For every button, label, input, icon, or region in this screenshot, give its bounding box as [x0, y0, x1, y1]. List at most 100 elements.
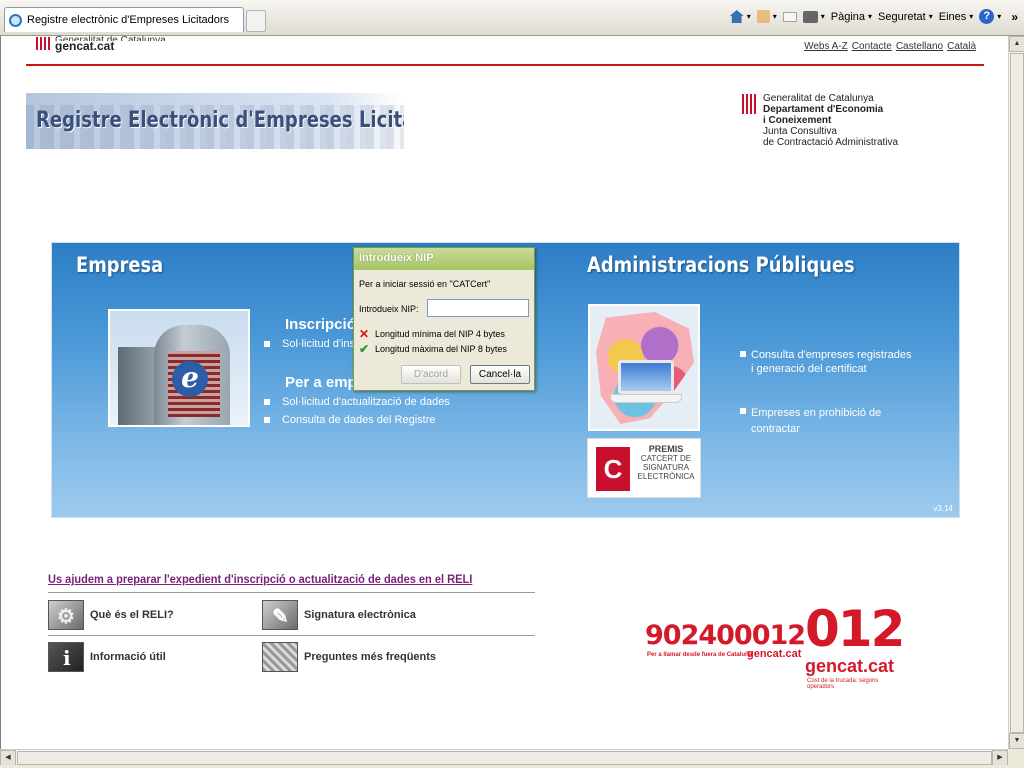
link-castellano[interactable]: Castellano	[896, 41, 943, 52]
rule-max: ✔ Longitud màxima del NIP 8 bytes	[359, 342, 507, 356]
dept-line4: Junta Consultiva	[763, 126, 837, 137]
premis-catcert-badge[interactable]: C PREMIS CATCERT DE SIGNATURA ELECTRÒNIC…	[587, 438, 701, 498]
dept-line3: i Coneixement	[763, 115, 832, 126]
per-empresa-heading: Per a emp	[285, 374, 357, 391]
inscripcio-link-label: Sol·licitud d'ins	[282, 338, 356, 350]
que-es-reli-link[interactable]: Què és el RELI?	[48, 600, 174, 630]
senyera-icon	[742, 94, 758, 114]
catcert-c-icon: C	[596, 447, 630, 491]
bullet-icon	[264, 417, 270, 423]
informacio-util-label: Informació útil	[90, 651, 166, 663]
link-webs-az[interactable]: Webs A-Z	[804, 41, 848, 52]
ie-page-icon	[9, 13, 22, 27]
nip-label: Introdueix NIP:	[359, 304, 419, 314]
nip-input[interactable]	[427, 299, 529, 317]
new-tab-button[interactable]	[246, 10, 266, 32]
command-bar: ▾ ▾ ▾ Pàgina ▾ Seguretat ▾ Eines ▾ ? ▾ »	[729, 9, 1018, 24]
gencat-small: gencat.cat	[747, 648, 802, 660]
printer-icon	[802, 10, 818, 23]
browser-tab[interactable]: Registre electrònic d'Empreses Licitador…	[4, 7, 244, 32]
prohibicio-link[interactable]: Empreses en prohibició de contractar	[740, 405, 881, 437]
catalonia-map-image	[588, 304, 700, 431]
prohibicio-line1: Empreses en prohibició de	[751, 407, 882, 419]
bullet-icon	[264, 399, 270, 405]
senyera-icon	[36, 37, 50, 50]
rule-min-text: Longitud mínima del NIP 4 bytes	[375, 329, 505, 339]
horizontal-scrollbar[interactable]: ◀ ▶	[0, 749, 1008, 766]
nip-dialog: Introdueix NIP Per a iniciar sessió en "…	[353, 247, 535, 391]
inscripcio-link[interactable]: Sol·licitud d'ins	[264, 338, 355, 350]
premis-line3: SIGNATURA	[642, 463, 690, 472]
que-es-reli-label: Què és el RELI?	[90, 609, 174, 621]
signatura-label: Signatura electrònica	[304, 609, 416, 621]
vertical-scrollbar[interactable]: ▲ ▼	[1008, 36, 1024, 749]
home-button[interactable]: ▾	[729, 10, 751, 23]
dept-line5: de Contractació Administrativa	[763, 137, 899, 148]
print-button[interactable]: ▾	[802, 10, 825, 23]
rule-max-text: Longitud màxima del NIP 8 bytes	[375, 344, 507, 354]
reli-banner: Registre Electrònic d'Empreses Licitador…	[26, 93, 404, 149]
dialog-message: Per a iniciar sessió en "CATCert"	[359, 279, 491, 289]
hscroll-thumb[interactable]	[17, 751, 992, 765]
version-label: v3.14	[933, 504, 953, 513]
contact-012-banner[interactable]: 902400012 Per a llamar desde fuera de Ca…	[645, 600, 905, 690]
security-menu[interactable]: Seguretat ▾	[878, 11, 933, 23]
consulta-dades-link[interactable]: Consulta de dades del Registre	[264, 414, 435, 426]
home-icon	[729, 10, 744, 23]
mail-button[interactable]	[782, 11, 797, 22]
logo-line2: gencat.cat	[55, 39, 115, 53]
security-menu-label: Seguretat	[878, 10, 926, 23]
rss-icon	[756, 10, 770, 23]
tools-menu[interactable]: Eines ▾	[939, 11, 974, 23]
page-menu[interactable]: Pàgina ▾	[831, 11, 872, 23]
preguntes-label: Preguntes més freqüents	[304, 651, 437, 663]
ok-button[interactable]: D'acord	[401, 365, 461, 384]
gears-icon	[48, 600, 84, 630]
empresa-heading: Empresa	[76, 253, 164, 277]
help-button[interactable]: ? ▾	[979, 9, 1001, 24]
gencat-logo[interactable]: Generalitat de Catalunya gencat.cat	[36, 36, 166, 53]
scroll-down-icon[interactable]: ▼	[1009, 733, 1024, 749]
consulta-empreses-line2: i generació del certificat	[751, 363, 867, 375]
dept-line1: Generalitat de Catalunya	[763, 93, 874, 104]
signature-icon	[262, 600, 298, 630]
premis-line2: CATCERT DE	[640, 454, 692, 463]
feeds-button[interactable]: ▾	[756, 10, 777, 23]
divider	[48, 635, 535, 636]
bullet-icon	[740, 351, 746, 357]
help-preparar-link[interactable]: Us ajudem a preparar l'expedient d'inscr…	[48, 572, 472, 586]
tab-title: Registre electrònic d'Empreses Licitador…	[27, 14, 230, 26]
premis-line1: PREMIS	[648, 444, 684, 454]
phone-number: 902400012	[645, 620, 806, 651]
faq-icon	[262, 642, 298, 672]
preguntes-frequents-link[interactable]: Preguntes més freqüents	[262, 642, 436, 672]
browser-toolbar: Registre electrònic d'Empreses Licitador…	[0, 0, 1024, 36]
consulta-dades-link-label: Consulta de dades del Registre	[282, 414, 436, 426]
consulta-empreses-link[interactable]: Consulta d'empreses registrades i generac…	[740, 348, 911, 376]
mail-icon	[782, 11, 797, 22]
scroll-left-icon[interactable]: ◀	[0, 750, 16, 766]
cancel-button[interactable]: Cancel·la	[470, 365, 530, 384]
laptop-icon	[618, 360, 674, 394]
bullet-icon	[264, 341, 270, 347]
check-icon: ✔	[359, 342, 370, 356]
scroll-right-icon[interactable]: ▶	[992, 750, 1008, 766]
link-contacte[interactable]: Contacte	[852, 41, 892, 52]
header-divider	[26, 64, 984, 66]
top-links: Webs A-Z Contacte Castellano Català	[804, 41, 976, 52]
chevron-more-icon[interactable]: »	[1011, 10, 1018, 24]
cross-icon: ✕	[359, 327, 370, 341]
banner-title: Registre Electrònic d'Empreses Licitador…	[36, 108, 404, 133]
actualitzacio-link[interactable]: Sol·licitud d'actualització de dades	[264, 396, 450, 408]
informacio-util-link[interactable]: Informació útil	[48, 642, 166, 672]
inscripcio-heading: Inscripció	[285, 316, 356, 333]
department-logo: Generalitat de Catalunya Departament d'E…	[742, 93, 898, 148]
scroll-thumb[interactable]	[1010, 53, 1024, 733]
gencat-large: gencat.cat	[805, 656, 895, 676]
link-catala[interactable]: Català	[947, 41, 976, 52]
signatura-electronica-link[interactable]: Signatura electrònica	[262, 600, 416, 630]
number-012: 012	[805, 600, 905, 658]
call-cost: Cost de la trucada: segons operadors	[807, 678, 879, 690]
scroll-up-icon[interactable]: ▲	[1009, 36, 1024, 52]
administracions-heading: Administracions Públiques	[587, 253, 855, 277]
